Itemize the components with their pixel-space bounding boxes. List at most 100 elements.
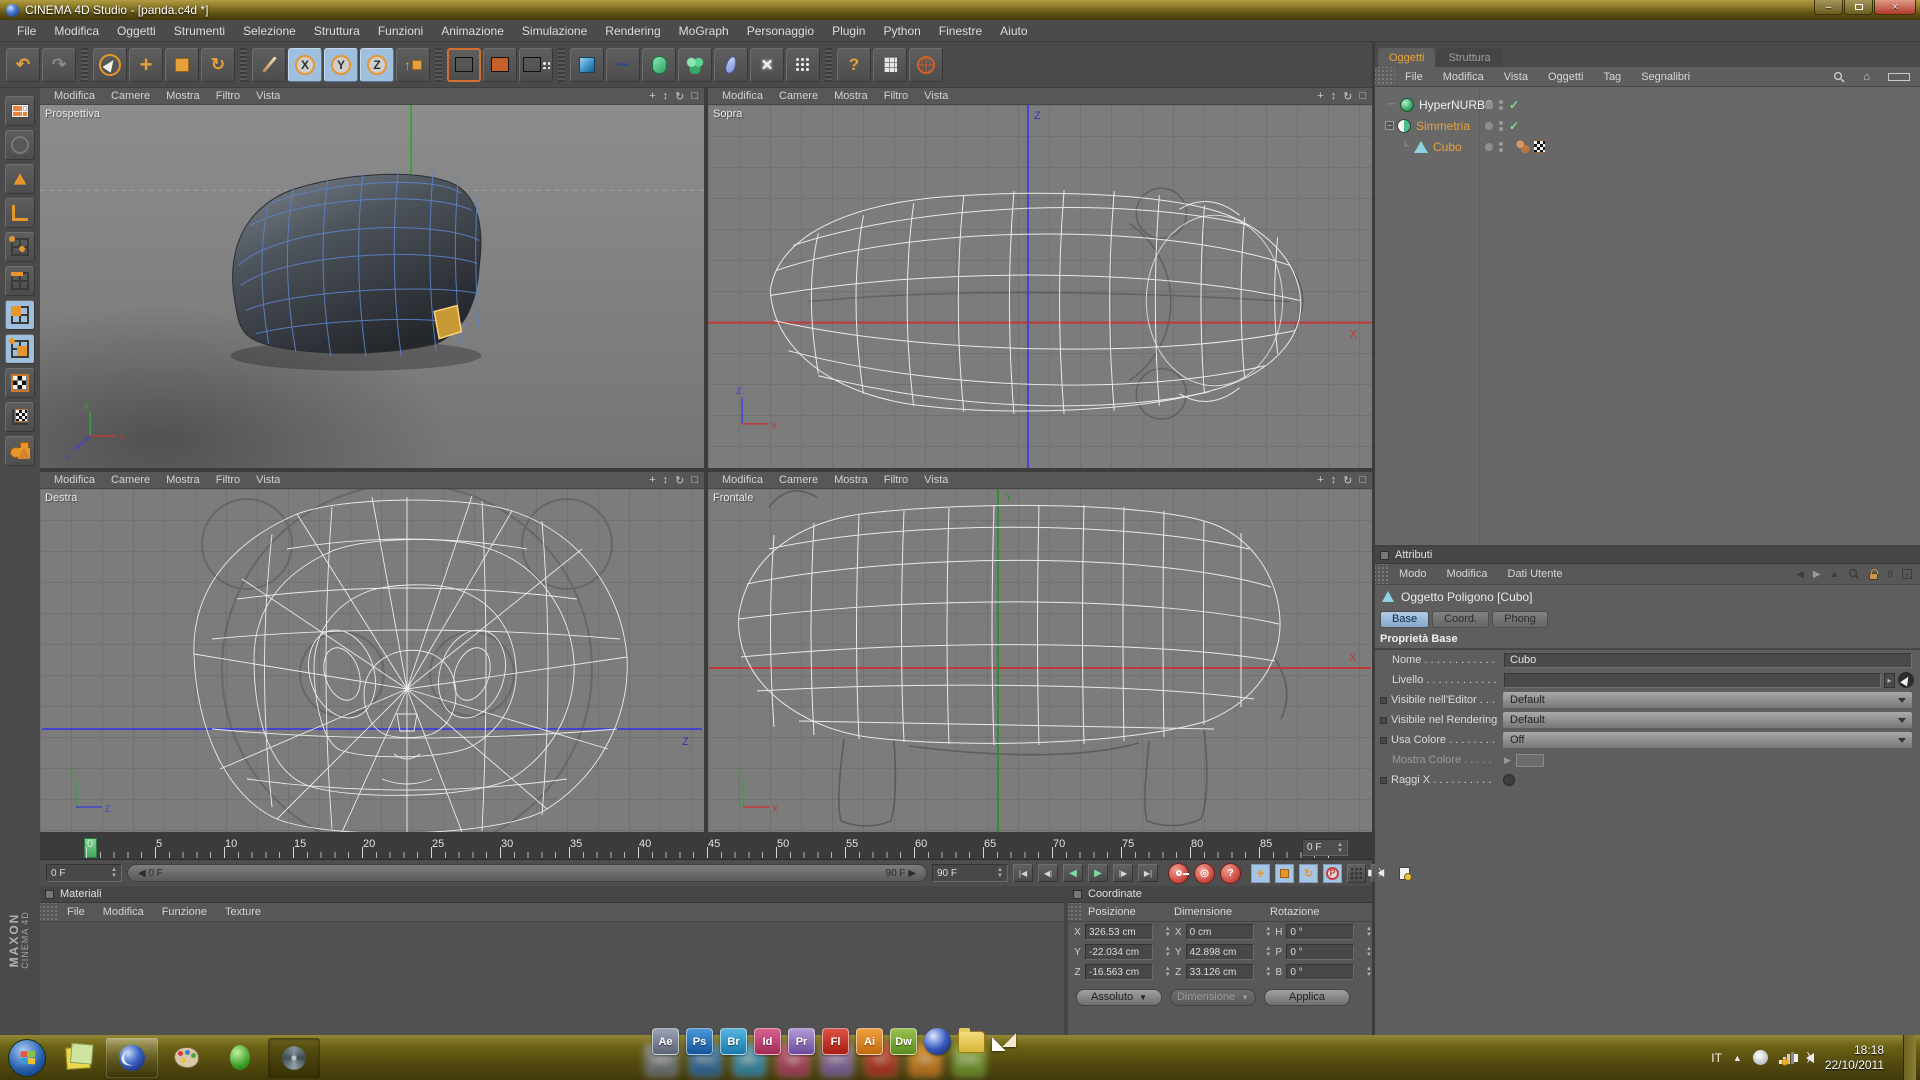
rotate-tool[interactable]: ↻ [201,48,235,82]
dock-app-icon[interactable]: Ps [686,1028,713,1055]
animation-checkbox[interactable] [1380,697,1387,704]
viewport-menu-item[interactable]: Filtro [876,90,916,102]
lock-y-axis-toggle[interactable]: Y [324,48,358,82]
pan-view-icon[interactable]: + [649,474,655,486]
drag-handle[interactable] [40,903,58,921]
goto-end-button[interactable]: ▶| [1138,864,1158,882]
viewport-menu-item[interactable]: Vista [248,90,288,102]
render-visibility-dots[interactable] [1499,121,1503,131]
lock-icon[interactable] [1869,573,1878,580]
texture-axis-mode-button[interactable] [5,402,35,432]
link-icon[interactable]: 8 [1887,569,1893,580]
axis-mode-button[interactable] [5,198,35,228]
parent-icon[interactable]: ▲ [1830,569,1840,580]
record-key-button[interactable] [1168,863,1189,884]
render-view-button[interactable] [447,48,481,82]
live-selection-tool[interactable] [93,48,127,82]
viewport-menu-item[interactable]: Camere [771,474,826,486]
menu-item[interactable]: Funzioni [369,24,432,38]
make-editable-button[interactable] [5,130,35,160]
menu-item[interactable]: Python [874,24,929,38]
points-mode-button[interactable] [5,232,35,262]
help-button[interactable]: ? [837,48,871,82]
add-array-button[interactable] [678,48,712,82]
panel-icon[interactable] [1380,551,1389,560]
online-updater-button[interactable] [909,48,943,82]
enabled-check[interactable]: ✓ [1509,119,1519,133]
redo-button[interactable]: ↷ [42,48,76,82]
collapse-expander[interactable]: − [1385,121,1394,130]
viewport-menu-item[interactable]: Mostra [158,90,208,102]
apply-button[interactable]: Applica [1264,989,1350,1006]
rotation-field[interactable]: 0 ° [1286,924,1354,940]
menu-item[interactable]: Tag [1593,71,1631,83]
record-pla-toggle[interactable] [1347,864,1366,883]
dock-app-icon[interactable]: Ae [652,1028,679,1055]
scale-tool[interactable] [165,48,199,82]
menu-item[interactable]: Personaggio [738,24,823,38]
menu-item[interactable]: File [58,906,94,918]
viewport-menu-item[interactable]: Filtro [208,474,248,486]
menu-item[interactable]: Funzione [153,906,216,918]
visible-editor-dropdown[interactable]: Default [1503,692,1912,708]
use-color-dropdown[interactable]: Off [1503,732,1912,748]
range-start-handle[interactable]: ◀ 0 F [138,868,163,879]
start-button[interactable] [8,1039,46,1077]
position-field[interactable]: -22.034 cm [1085,944,1153,960]
timeline-ruler[interactable]: 051015202530354045505560657075808590 0 F… [40,836,1372,860]
record-parameter-toggle[interactable]: P [1323,864,1342,883]
history-forward-icon[interactable]: ▶ [1813,569,1821,580]
animation-checkbox[interactable] [1380,737,1387,744]
viewport-menu-item[interactable]: Camere [103,474,158,486]
previous-key-button[interactable]: ◀| [1038,864,1058,882]
menu-item[interactable]: Segnalibri [1631,71,1700,83]
language-indicator[interactable]: IT [1711,1051,1722,1065]
add-spline-button[interactable]: ∼ [606,48,640,82]
taskbar-swirl-app[interactable] [268,1038,320,1078]
maximize-view-icon[interactable]: □ [691,90,698,102]
ruler-frame-box[interactable]: 0 F▲▼ [1302,839,1348,856]
layer-browse-button[interactable]: ▸ [1884,673,1895,688]
visible-render-dropdown[interactable]: Default [1503,712,1912,728]
maximize-view-icon[interactable]: □ [691,474,698,486]
menu-item[interactable]: Modifica [94,906,153,918]
menu-item[interactable]: Rendering [596,24,669,38]
drag-handle[interactable] [1068,903,1082,921]
autokey-button[interactable]: ◎ [1194,863,1215,884]
viewport-menu-item[interactable]: Mostra [826,90,876,102]
size-field[interactable]: 0 cm [1186,924,1254,940]
add-deformer-button[interactable] [714,48,748,82]
dock-app-icon[interactable]: Ai [856,1028,883,1055]
touch-settings-icon[interactable] [1753,1050,1768,1065]
next-key-button[interactable]: |▶ [1113,864,1133,882]
name-field[interactable]: Cubo [1504,653,1912,668]
render-visibility-dots[interactable] [1499,142,1503,152]
pan-view-icon[interactable]: + [649,90,655,102]
search-icon[interactable] [1833,71,1845,83]
menu-item[interactable]: Modifica [45,24,108,38]
rotate-view-icon[interactable]: ↻ [1343,474,1352,487]
materials-list-area[interactable] [40,922,1064,1035]
maximize-view-icon[interactable]: □ [1359,90,1366,102]
maximize-button[interactable] [1844,0,1873,15]
viewport-menu-item[interactable]: Modifica [46,474,103,486]
commander-button[interactable] [873,48,907,82]
menu-item[interactable]: Modifica [1433,71,1494,83]
rotate-view-icon[interactable]: ↻ [675,90,684,103]
coordinate-system-toggle[interactable]: ↑ [396,48,430,82]
preview-range-slider[interactable]: ◀ 0 F 90 F ▶ [127,864,927,882]
dock-app-icon[interactable]: Br [720,1028,747,1055]
animation-checkbox[interactable] [1380,717,1387,724]
viewport-menu-item[interactable]: Vista [916,90,956,102]
render-visibility-dots[interactable] [1499,100,1503,110]
viewport-menu-item[interactable]: Filtro [208,90,248,102]
viewport-menu-item[interactable]: Modifica [714,90,771,102]
dock-app-icon[interactable]: Pr [788,1028,815,1055]
tab-base[interactable]: Base [1380,611,1429,628]
viewport-menu-item[interactable]: Modifica [714,474,771,486]
minimize-button[interactable]: – [1814,0,1843,15]
camera-icon[interactable] [1888,73,1910,81]
add-environment-button[interactable]: ✕ [750,48,784,82]
menu-item[interactable]: Animazione [432,24,513,38]
display-color-swatch[interactable] [1516,754,1544,767]
